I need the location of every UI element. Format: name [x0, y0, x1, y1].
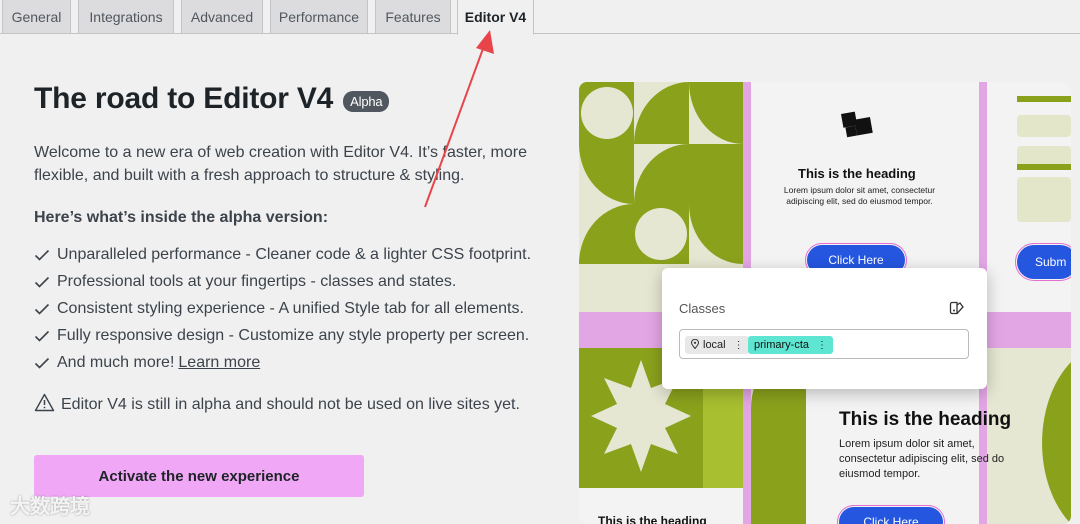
more-vertical-icon[interactable]: ⋮ [817, 340, 827, 351]
tab-integrations[interactable]: Integrations [78, 0, 174, 34]
classes-label: Classes [679, 301, 726, 316]
feature-text: Professional tools at your fingertips - … [57, 272, 457, 290]
preview-text-bottom: Lorem ipsum dolor sit amet, consectetur … [839, 438, 1005, 480]
preview-heading-bottom: This is the heading [839, 409, 1012, 430]
tab-advanced[interactable]: Advanced [181, 0, 263, 34]
learn-more-link[interactable]: Learn more [178, 354, 260, 372]
features-list: Unparalleled performance - Cleaner code … [34, 241, 531, 376]
checkmark-icon [34, 302, 52, 316]
preview-text-top: Lorem ipsum dolor sit amet, consectetur … [783, 185, 936, 206]
warning-icon [34, 393, 55, 417]
location-pin-icon [690, 338, 700, 352]
more-vertical-icon[interactable]: ⋮ [734, 340, 744, 351]
preview-heading-top: This is the heading [798, 166, 916, 181]
preview-heading-bottom-left: This is the heading [598, 514, 707, 524]
feature-text: Consistent styling experience - A unifie… [57, 299, 524, 317]
feature-text: Fully responsive design - Customize any … [57, 326, 530, 344]
tab-features[interactable]: Features [375, 0, 451, 34]
checkmark-icon [34, 275, 52, 289]
list-item: Professional tools at your fingertips - … [34, 268, 531, 295]
tab-editor-v4[interactable]: Editor V4 [457, 0, 534, 35]
features-subheading: Here’s what’s inside the alpha version: [34, 209, 329, 226]
intro-text: Welcome to a new era of web creation wit… [34, 144, 527, 184]
chip-label: local [703, 339, 726, 351]
classes-input[interactable]: local ⋮ primary-cta ⋮ [679, 329, 969, 359]
classes-panel: Classes local ⋮ primary-cta ⋮ [662, 268, 987, 389]
watermark: 大数跨境 [10, 496, 90, 518]
feature-text: Unparalleled performance - Cleaner code … [57, 245, 532, 263]
tab-performance[interactable]: Performance [270, 0, 368, 34]
checkmark-icon [34, 248, 52, 262]
alpha-badge: Alpha [343, 90, 390, 112]
class-chip-primary-cta[interactable]: primary-cta ⋮ [748, 336, 834, 354]
list-item: Fully responsive design - Customize any … [34, 322, 531, 349]
feature-text: And much more! [57, 353, 175, 371]
checkmark-icon [34, 356, 52, 370]
title-text: The road to Editor V4 [34, 82, 334, 115]
settings-tabs: General Integrations Advanced Performanc… [0, 0, 1080, 35]
tab-general[interactable]: General [2, 0, 71, 34]
checkmark-icon [34, 329, 52, 343]
list-item: Consistent styling experience - A unifie… [34, 295, 531, 322]
warning-text: Editor V4 is still in alpha and should n… [61, 396, 520, 413]
preview-button-right: Subm [1015, 243, 1071, 281]
list-item: Unparalleled performance - Cleaner code … [34, 241, 531, 268]
chip-label: primary-cta [754, 339, 810, 351]
preview-button-bottom: Click Here [837, 505, 945, 524]
palette-icon [949, 300, 965, 321]
page-title: The road to Editor V4 Alpha [34, 82, 390, 116]
list-item: And much more! Learn more [34, 349, 531, 376]
class-chip-local[interactable]: local ⋮ [685, 336, 749, 354]
alpha-warning: Editor V4 is still in alpha and should n… [34, 393, 520, 417]
